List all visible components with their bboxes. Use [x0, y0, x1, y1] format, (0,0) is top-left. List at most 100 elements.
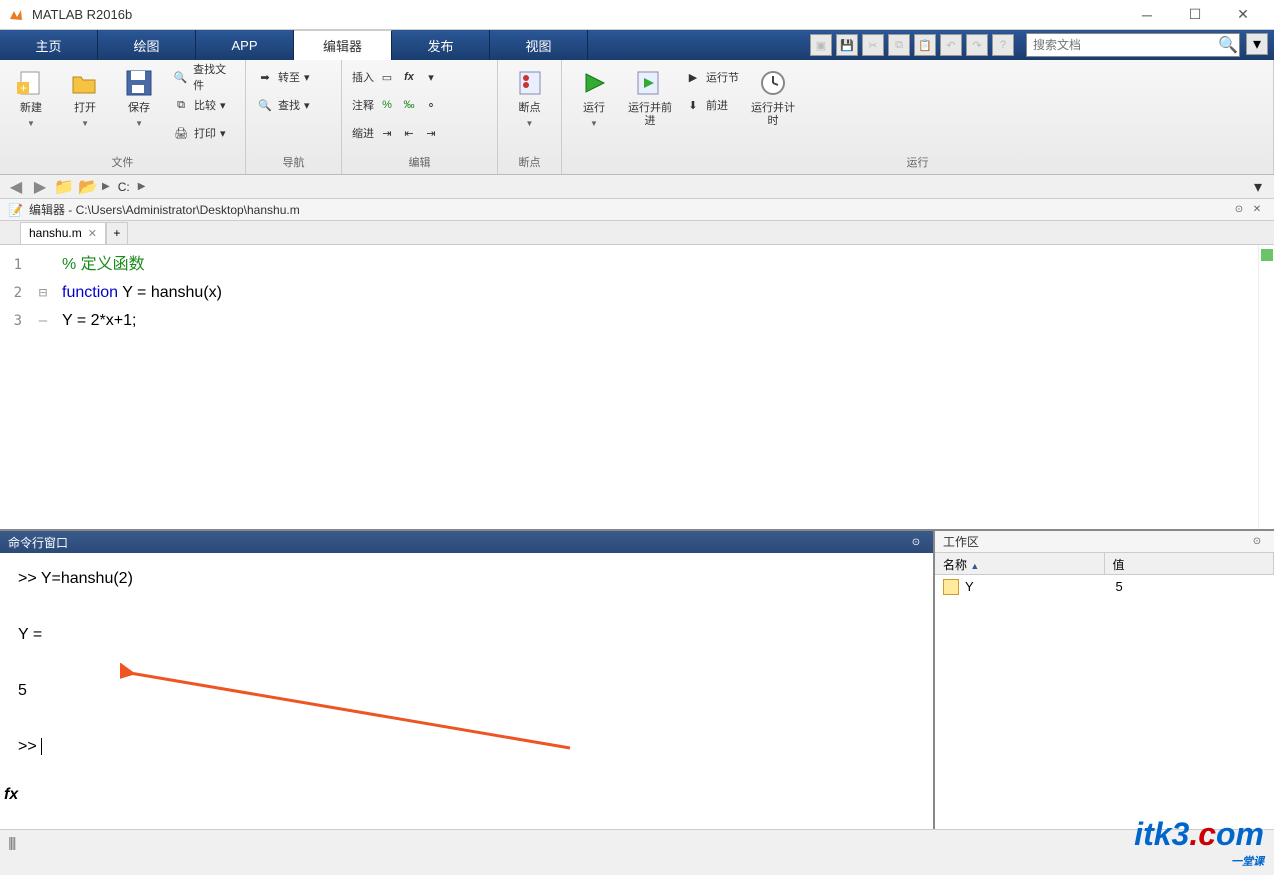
- qa-help-icon[interactable]: ?: [992, 34, 1014, 56]
- ribbon: + 新建▼ 打开▼ 保存▼ 🔍查找文件 ⧉比较 ▾ 🖨打印 ▾ 文件 ➡转至 ▾: [0, 60, 1274, 175]
- search-doc-box[interactable]: 🔍: [1026, 33, 1240, 57]
- save-button[interactable]: 保存▼: [114, 64, 164, 132]
- qa-redo-icon[interactable]: ↷: [966, 34, 988, 56]
- tab-home[interactable]: 主页: [0, 30, 98, 60]
- fold-gutter[interactable]: ⊟—: [28, 245, 58, 529]
- runsection-button[interactable]: ▶运行节: [680, 64, 743, 90]
- back-button[interactable]: ◀: [6, 177, 26, 197]
- qa-icon-1[interactable]: ▣: [810, 34, 832, 56]
- advance-button[interactable]: ⬇前进: [680, 92, 743, 118]
- variable-icon: [943, 579, 959, 595]
- breakpoint-icon: [513, 68, 547, 98]
- bp-group-label: 断点: [504, 152, 555, 172]
- new-icon: +: [14, 68, 48, 98]
- print-icon: 🖨: [172, 124, 190, 142]
- close-button[interactable]: ✕: [1228, 3, 1258, 27]
- runadvance-button[interactable]: 运行并前进: [624, 64, 676, 132]
- cmd-line-2: Y =: [18, 621, 915, 649]
- path-drive[interactable]: C:: [114, 180, 134, 194]
- cmd-line-1: >> Y=hanshu(2): [18, 565, 915, 593]
- workspace-col-name[interactable]: 名称 ▲: [935, 553, 1105, 574]
- workspace-columns: 名称 ▲ 值: [935, 553, 1274, 575]
- qa-cut-icon[interactable]: ✂: [862, 34, 884, 56]
- print-button[interactable]: 🖨打印 ▾: [168, 120, 239, 146]
- findfiles-button[interactable]: 🔍查找文件: [168, 64, 239, 90]
- cmd-header: 命令行窗口 ⊙: [0, 531, 933, 553]
- browse-icon[interactable]: 📂: [78, 177, 98, 197]
- open-button[interactable]: 打开▼: [60, 64, 110, 132]
- compare-icon: ⧉: [172, 96, 190, 114]
- edit-group-label: 编辑: [348, 152, 491, 172]
- runtime-button[interactable]: 运行并计时: [747, 64, 799, 132]
- clock-icon: [756, 68, 790, 98]
- workspace-col-value[interactable]: 值: [1105, 553, 1274, 574]
- indent-button[interactable]: 缩进 ⇥⇤⇥: [348, 120, 491, 146]
- editor-close-button[interactable]: ✕: [1248, 201, 1266, 219]
- find-button[interactable]: 🔍查找 ▾: [252, 92, 335, 118]
- variable-name: Y: [965, 579, 1116, 595]
- advance-icon: ⬇: [684, 96, 702, 114]
- qa-paste-icon[interactable]: 📋: [914, 34, 936, 56]
- save-icon: [122, 68, 156, 98]
- editor-pane: hanshu.m ✕ + 123 ⊟— % 定义函数 function Y = …: [0, 221, 1274, 531]
- statusbar: ||||: [0, 829, 1274, 853]
- status-green-icon: [1261, 249, 1273, 261]
- window-title: MATLAB R2016b: [32, 7, 1132, 22]
- compare-button[interactable]: ⧉比较 ▾: [168, 92, 239, 118]
- maximize-button[interactable]: ☐: [1180, 3, 1210, 27]
- variable-value: 5: [1116, 579, 1267, 595]
- run-group-label: 运行: [568, 152, 1267, 172]
- runadvance-icon: [633, 68, 667, 98]
- main-tabstrip: 主页 绘图 APP 编辑器 发布 视图 ▣ 💾 ✂ ⧉ 📋 ↶ ↷ ? 🔍 ▾: [0, 30, 1274, 60]
- run-button[interactable]: 运行▼: [568, 64, 620, 132]
- forward-button[interactable]: ▶: [30, 177, 50, 197]
- code-area[interactable]: 123 ⊟— % 定义函数 function Y = hanshu(x) Y =…: [0, 245, 1274, 529]
- qa-undo-icon[interactable]: ↶: [940, 34, 962, 56]
- statusbar-grip-icon: ||||: [8, 834, 15, 850]
- workspace-title: 工作区: [943, 533, 979, 550]
- file-group-label: 文件: [6, 152, 239, 172]
- line-gutter: 123: [0, 245, 28, 529]
- path-dropdown[interactable]: ▾: [1248, 177, 1268, 197]
- tab-editor[interactable]: 编辑器: [294, 30, 392, 60]
- search-icon[interactable]: 🔍: [1217, 34, 1239, 56]
- matlab-logo-icon: [8, 7, 24, 23]
- qa-save-icon[interactable]: 💾: [836, 34, 858, 56]
- comment-button[interactable]: 注释 %‰⚬: [348, 92, 491, 118]
- qa-copy-icon[interactable]: ⧉: [888, 34, 910, 56]
- minimize-button[interactable]: ─: [1132, 3, 1162, 27]
- workspace-menu-button[interactable]: ⊙: [1248, 533, 1266, 551]
- pathbar: ◀ ▶ 📁 📂 ▶ C: ▶ ▾: [0, 175, 1274, 199]
- runsection-icon: ▶: [684, 68, 702, 86]
- findfiles-icon: 🔍: [172, 68, 189, 86]
- command-window[interactable]: >> Y=hanshu(2) Y = 5 >> fx: [0, 553, 933, 829]
- annotation-arrow-icon: [120, 663, 580, 753]
- titlebar: MATLAB R2016b ─ ☐ ✕: [0, 0, 1274, 30]
- open-folder-icon: [68, 68, 102, 98]
- new-button[interactable]: + 新建▼: [6, 64, 56, 132]
- file-tab-hanshu[interactable]: hanshu.m ✕: [20, 222, 106, 244]
- insert-button[interactable]: 插入 ▭fx▾: [348, 64, 491, 90]
- cmd-menu-button[interactable]: ⊙: [907, 533, 925, 551]
- fx-icon: fx: [400, 68, 418, 86]
- code-status-strip: [1258, 245, 1274, 529]
- search-doc-input[interactable]: [1027, 36, 1217, 54]
- editor-dock-button[interactable]: ⊙: [1230, 201, 1248, 219]
- editor-title: 编辑器 - C:\Users\Administrator\Desktop\han…: [29, 201, 300, 218]
- goto-button[interactable]: ➡转至 ▾: [252, 64, 335, 90]
- workspace-row[interactable]: Y 5: [935, 575, 1274, 599]
- breakpoints-button[interactable]: 断点▼: [504, 64, 555, 132]
- toolstrip-menu-button[interactable]: ▾: [1246, 33, 1268, 55]
- find-icon: 🔍: [256, 96, 274, 114]
- file-tab-add[interactable]: +: [106, 222, 128, 244]
- up-folder-icon[interactable]: 📁: [54, 177, 74, 197]
- code-text[interactable]: % 定义函数 function Y = hanshu(x) Y = 2*x+1;: [58, 245, 1258, 529]
- tab-plots[interactable]: 绘图: [98, 30, 196, 60]
- tab-publish[interactable]: 发布: [392, 30, 490, 60]
- tab-view[interactable]: 视图: [490, 30, 588, 60]
- svg-text:+: +: [20, 81, 27, 95]
- file-tab-close-icon[interactable]: ✕: [88, 227, 97, 240]
- goto-icon: ➡: [256, 68, 274, 86]
- tab-apps[interactable]: APP: [196, 30, 294, 60]
- fx-indicator-icon[interactable]: fx: [4, 781, 18, 809]
